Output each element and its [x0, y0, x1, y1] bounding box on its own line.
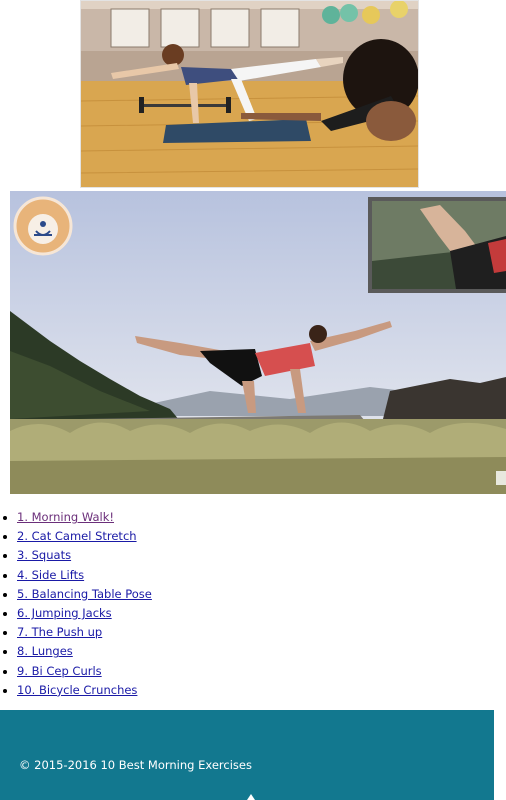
- exercise-link-8[interactable]: 8. Lunges: [17, 644, 73, 658]
- list-item: 4. Side Lifts: [17, 566, 152, 585]
- exercise-link-6[interactable]: 6. Jumping Jacks: [17, 606, 112, 620]
- list-item: 7. The Push up: [17, 623, 152, 642]
- list-item: 8. Lunges: [17, 642, 152, 661]
- list-item: 6. Jumping Jacks: [17, 604, 152, 623]
- yoga-outdoor-illustration: [10, 191, 506, 494]
- list-item: 3. Squats: [17, 546, 152, 565]
- gym-exercise-illustration: [81, 1, 418, 187]
- list-item: 2. Cat Camel Stretch: [17, 527, 152, 546]
- exercise-link-4[interactable]: 4. Side Lifts: [17, 568, 84, 582]
- exercise-link-9[interactable]: 9. Bi Cep Curls: [17, 664, 102, 678]
- guru-nanda-logo: [13, 196, 73, 256]
- exercise-link-3[interactable]: 3. Squats: [17, 548, 71, 562]
- list-item: 10. Bicycle Crunches: [17, 681, 152, 700]
- exercise-link-10[interactable]: 10. Bicycle Crunches: [17, 683, 137, 697]
- scroll-top-icon[interactable]: [247, 794, 255, 800]
- exercise-link-2[interactable]: 2. Cat Camel Stretch: [17, 529, 137, 543]
- exercise-list: 1. Morning Walk! 2. Cat Camel Stretch 3.…: [0, 508, 152, 700]
- yoga-video-frame: [10, 191, 506, 494]
- copyright-text: © 2015-2016 10 Best Morning Exercises: [19, 758, 252, 772]
- exercise-link-1[interactable]: 1. Morning Walk!: [17, 510, 114, 524]
- list-item: 9. Bi Cep Curls: [17, 662, 152, 681]
- list-item: 5. Balancing Table Pose: [17, 585, 152, 604]
- exercise-link-5[interactable]: 5. Balancing Table Pose: [17, 587, 152, 601]
- site-footer: © 2015-2016 10 Best Morning Exercises: [0, 710, 494, 800]
- gym-exercise-photo: [80, 0, 419, 188]
- exercise-link-7[interactable]: 7. The Push up: [17, 625, 102, 639]
- list-item: 1. Morning Walk!: [17, 508, 152, 527]
